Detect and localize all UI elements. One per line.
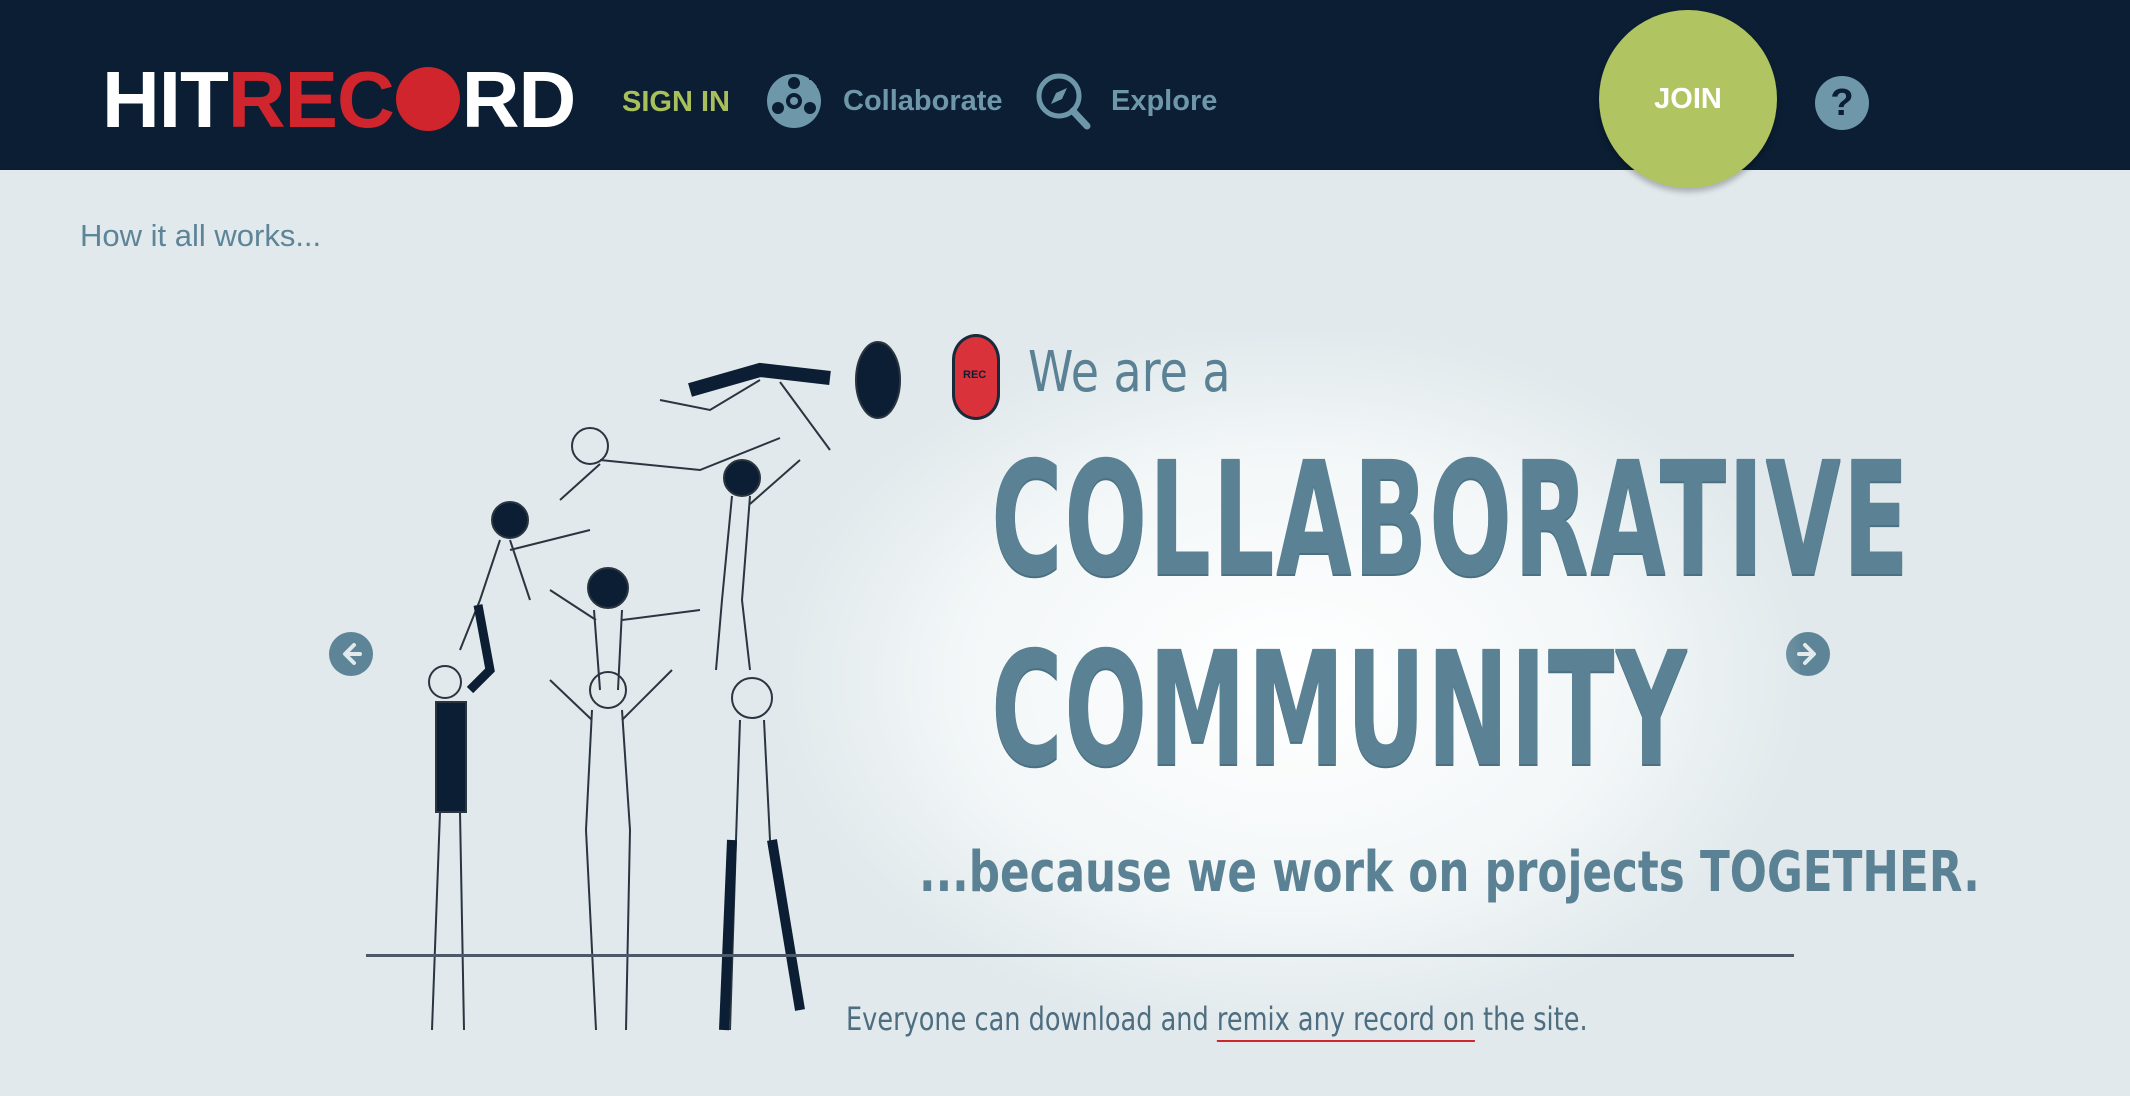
slide-footer-text: Everyone can download and remix any reco… [846,1000,1588,1038]
help-icon[interactable]: ? [1815,76,1869,130]
slide-intro-text: We are a [1028,340,1231,405]
record-button-illustration: REC [952,334,1000,420]
slide-footer-post: the site. [1474,1000,1588,1038]
logo-part-hit: HIT [102,55,229,144]
people-pyramid-illustration [428,341,901,1031]
collaborate-label: Collaborate [843,84,1003,117]
slide-headline-line2: COMMUNITY [991,618,1689,802]
sign-in-link[interactable]: SIGN IN [622,86,730,119]
logo-record-dot [395,67,460,131]
reel-icon [765,72,823,130]
explore-nav-link[interactable]: Explore [1035,68,1217,134]
slide-headline-line1: COLLABORATIVE [991,428,1911,612]
logo-part-rec: REC [227,55,395,144]
join-button[interactable]: JOIN [1599,10,1777,188]
slide-tagline: ...because we work on projects TOGETHER. [919,840,1980,905]
record-button-label: REC [963,369,987,381]
section-title: How it all works... [80,218,322,253]
hitrecord-logo[interactable]: HITREC RD [102,60,576,140]
ground-line [366,954,1794,957]
compass-magnifier-icon [1035,72,1091,130]
collaborate-nav-link[interactable]: Collaborate [765,68,1003,134]
explore-label: Explore [1111,84,1218,117]
slide-footer-pre: Everyone can download and [846,1000,1217,1038]
top-navigation-bar: HITREC RD SIGN IN Collaborate Explore JO… [0,0,2130,188]
carousel-slide: REC We are a COLLABORATIVE COMMUNITY ...… [360,270,1980,1096]
slide-footer-underlined: remix any record on [1216,1000,1475,1038]
logo-part-rd: RD [461,55,577,144]
